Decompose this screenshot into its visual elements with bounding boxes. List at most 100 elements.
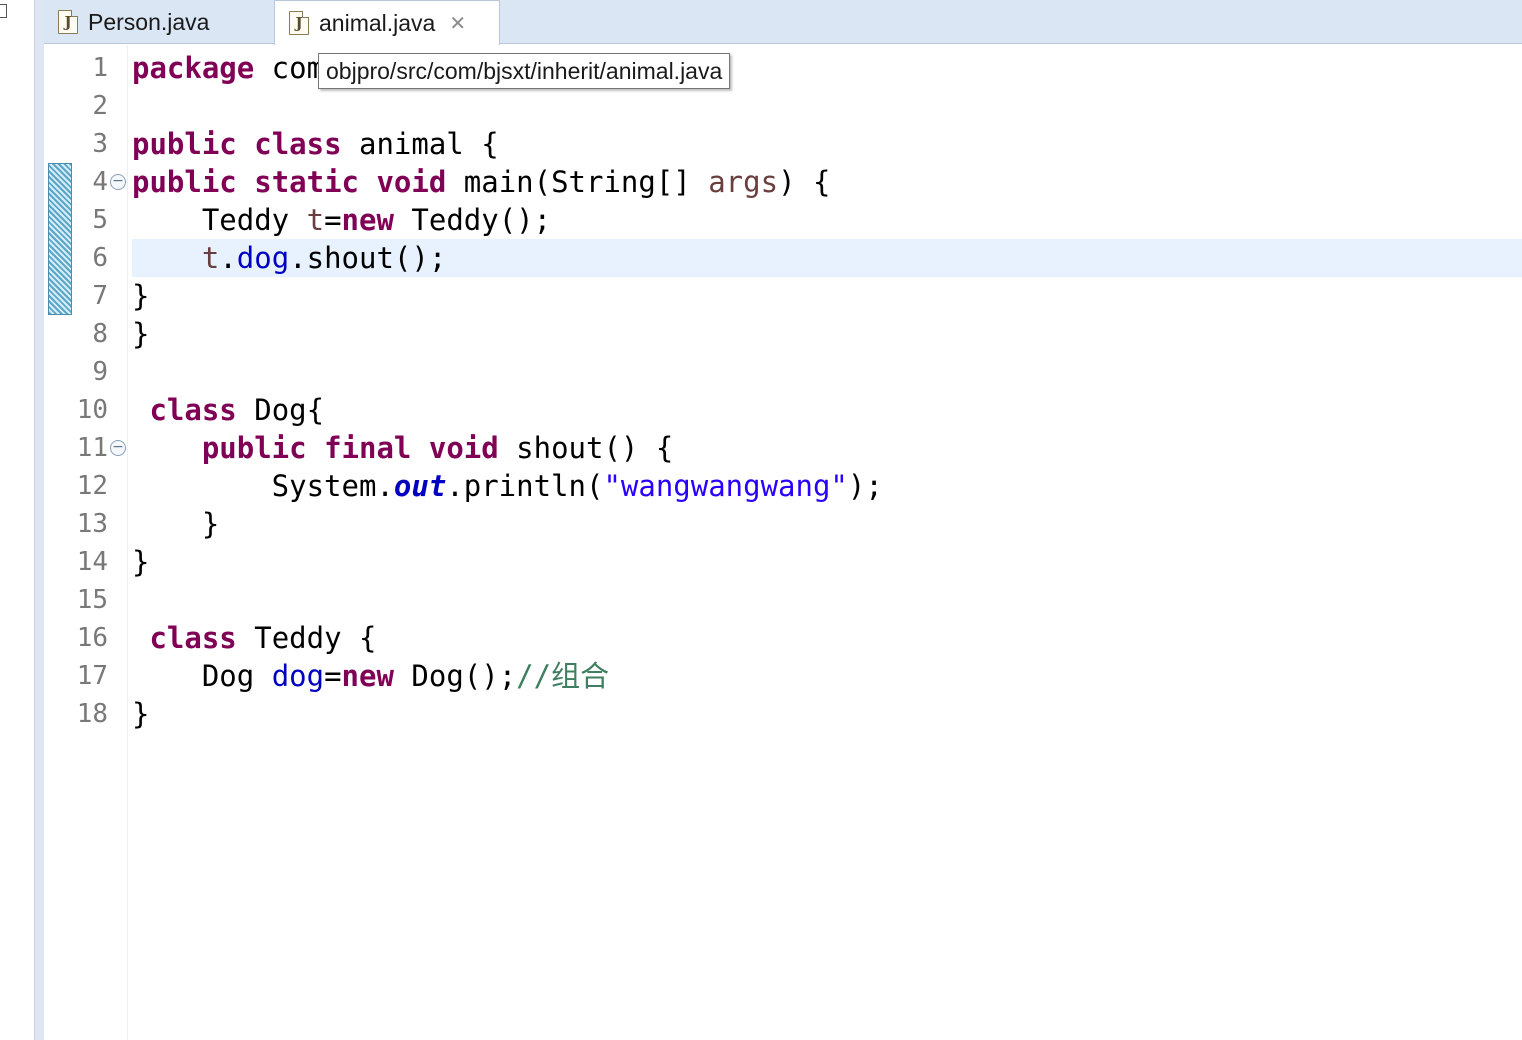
- code-editor[interactable]: 1 2 3 4−5 6 7 8 9 10 11−12 13 14 15 16 17 18 package co…: [44, 45, 1522, 1040]
- file-path-tooltip: objpro/src/com/bjsxt/inherit/animal.java: [318, 53, 731, 89]
- code-token: com: [254, 51, 325, 85]
- code-token: void: [376, 165, 447, 199]
- code-token: Teddy();: [393, 203, 552, 237]
- tab-label: animal.java: [319, 9, 436, 36]
- line-number: 12: [76, 471, 108, 501]
- code-token: dog: [236, 241, 290, 275]
- code-token: shout() {: [498, 431, 674, 465]
- code-line[interactable]: Teddy t=new Teddy();: [132, 201, 1522, 239]
- diff-change-marker[interactable]: [48, 163, 72, 315]
- minimized-view-stub[interactable]: [0, 4, 7, 18]
- code-token: public: [132, 127, 237, 161]
- code-token: }: [132, 507, 220, 541]
- tab-person-java[interactable]: J Person.java: [44, 0, 274, 44]
- left-panel-edge: [0, 0, 44, 1040]
- code-line[interactable]: }: [132, 543, 1522, 581]
- close-icon[interactable]: ✕: [449, 11, 466, 35]
- code-line[interactable]: public class animal {: [132, 125, 1522, 163]
- code-token: "wangwangwang": [603, 469, 848, 503]
- line-number: 11: [76, 433, 108, 463]
- editor-tab-bar: J Person.java J animal.java ✕: [44, 0, 1522, 45]
- line-number: 6: [92, 243, 108, 273]
- line-number: 1: [92, 53, 108, 83]
- code-token: =: [324, 659, 342, 693]
- code-token: animal {: [341, 127, 499, 161]
- code-token: .println(: [446, 469, 604, 503]
- code-token: ) {: [778, 165, 831, 199]
- fold-collapse-icon[interactable]: −: [110, 174, 126, 190]
- code-token: =: [324, 203, 342, 237]
- code-token: class: [149, 393, 237, 427]
- code-token: Teddy {: [236, 621, 377, 655]
- code-token: public: [132, 165, 237, 199]
- code-token: class: [254, 127, 342, 161]
- code-token: dog: [271, 659, 325, 693]
- code-line[interactable]: class Teddy {: [132, 619, 1522, 657]
- line-number: 7: [92, 281, 108, 311]
- code-line[interactable]: Dog dog=new Dog();//组合: [132, 657, 1522, 695]
- line-number: 9: [92, 357, 108, 387]
- code-token: public: [201, 431, 307, 465]
- code-token: .: [219, 241, 237, 275]
- code-token: Teddy: [132, 203, 307, 237]
- code-token: System.: [132, 469, 394, 503]
- code-line[interactable]: }: [132, 315, 1522, 353]
- java-file-icon: J: [289, 11, 309, 35]
- line-number: 18: [76, 699, 108, 729]
- code-line[interactable]: System.out.println("wangwangwang");: [132, 467, 1522, 505]
- code-token: }: [132, 317, 150, 351]
- quick-diff-ruler: [44, 45, 72, 1040]
- code-token: out: [393, 469, 447, 503]
- code-token: args: [708, 165, 779, 199]
- code-line[interactable]: }: [132, 505, 1522, 543]
- code-line[interactable]: class Dog{: [132, 391, 1522, 429]
- code-line[interactable]: }: [132, 277, 1522, 315]
- code-token: .shout();: [289, 241, 447, 275]
- code-line[interactable]: [132, 87, 1522, 125]
- line-number: 16: [76, 623, 108, 653]
- fold-collapse-icon[interactable]: −: [110, 440, 126, 456]
- code-token: }: [132, 545, 150, 579]
- line-number-gutter: 1 2 3 4−5 6 7 8 9 10 11−12 13 14 15 16 17 18: [72, 45, 128, 1040]
- code-token: //组合: [516, 659, 610, 693]
- code-token: new: [341, 659, 394, 693]
- code-line[interactable]: [132, 353, 1522, 391]
- code-token: Dog{: [236, 393, 325, 427]
- line-number: 4: [92, 167, 108, 197]
- java-file-icon: J: [58, 10, 78, 34]
- code-token: Dog();: [393, 659, 517, 693]
- code-line[interactable]: [132, 581, 1522, 619]
- code-token: t: [201, 241, 220, 275]
- line-number: 3: [92, 129, 108, 159]
- line-number: 14: [76, 547, 108, 577]
- line-number: 2: [92, 91, 108, 121]
- line-number: 8: [92, 319, 108, 349]
- code-token: );: [847, 469, 883, 503]
- code-area[interactable]: package com public class animal {public s…: [132, 45, 1522, 1040]
- tab-label: Person.java: [88, 8, 210, 35]
- code-line[interactable]: t.dog.shout();: [132, 239, 1522, 277]
- left-sash[interactable]: [34, 0, 44, 1040]
- code-token: final: [324, 431, 412, 465]
- code-token: Dog: [132, 659, 272, 693]
- code-token: class: [149, 621, 237, 655]
- tab-animal-java[interactable]: J animal.java ✕: [274, 0, 500, 45]
- code-token: }: [132, 697, 150, 731]
- line-number: 17: [76, 661, 108, 691]
- code-token: static: [254, 165, 359, 199]
- line-number: 5: [92, 205, 108, 235]
- code-token: void: [428, 431, 499, 465]
- code-line[interactable]: }: [132, 695, 1522, 733]
- code-token: t: [306, 203, 325, 237]
- code-token: main(String[]: [446, 165, 709, 199]
- code-line[interactable]: public static void main(String[] args) {: [132, 163, 1522, 201]
- code-line[interactable]: public final void shout() {: [132, 429, 1522, 467]
